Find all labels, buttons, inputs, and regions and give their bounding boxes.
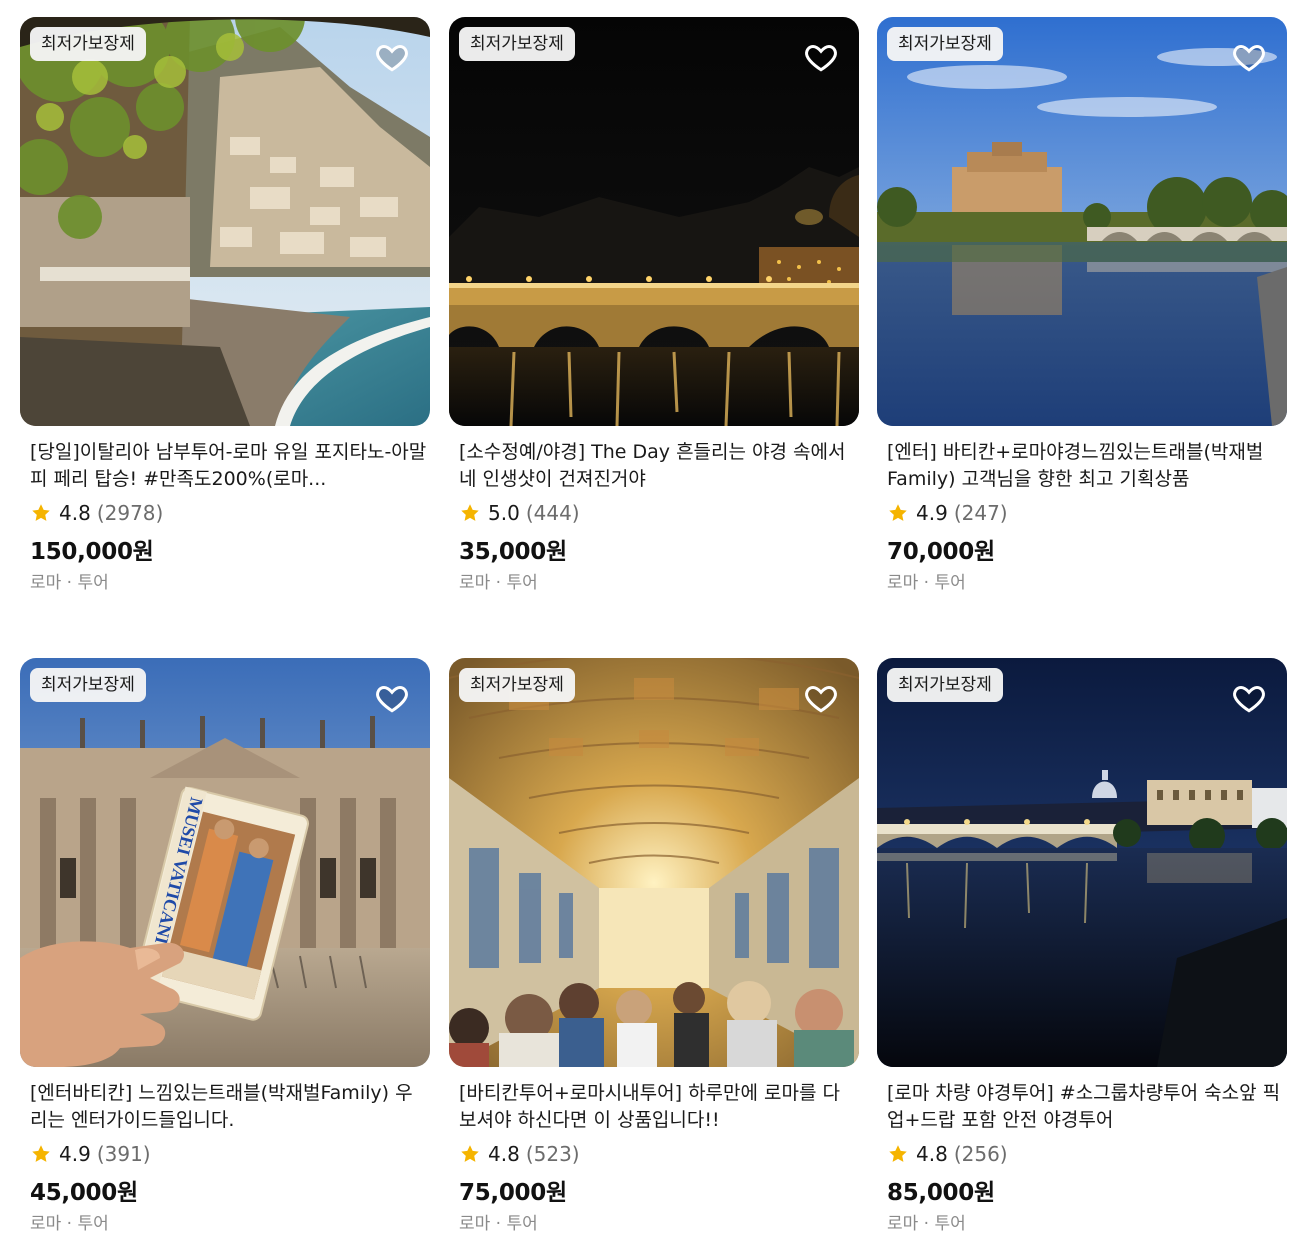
product-title[interactable]: [당일]이탈리아 남부투어-로마 유일 포지타노-아말피 페리 탑승! #만족도…: [30, 439, 430, 493]
wishlist-heart-icon[interactable]: [1231, 680, 1267, 716]
product-rating: 5.0 (444): [459, 500, 580, 526]
product-image[interactable]: MUSEI VATICANI 최저가보장제: [20, 658, 430, 1067]
star-icon: [887, 1143, 909, 1165]
product-price: 150,000원: [30, 539, 154, 565]
product-image[interactable]: 최저가보장제: [449, 17, 859, 426]
positano-coast-photo: [20, 17, 430, 426]
product-category: 로마 · 투어: [459, 573, 538, 593]
product-price: 75,000원: [459, 1180, 567, 1206]
wishlist-heart-icon[interactable]: [803, 680, 839, 716]
rating-score: 4.9: [59, 1142, 91, 1166]
rating-score: 4.8: [59, 501, 91, 525]
star-icon: [459, 502, 481, 524]
review-count: (2978): [96, 501, 164, 525]
review-count: (523): [525, 1142, 580, 1166]
lowest-price-badge: 최저가보장제: [887, 27, 1003, 61]
wishlist-heart-icon[interactable]: [1231, 39, 1267, 75]
product-title[interactable]: [엔터바티칸] 느낌있는트래블(박재벌Family) 우리는 엔터가이드들입니다…: [30, 1080, 430, 1134]
lowest-price-badge: 최저가보장제: [887, 668, 1003, 702]
review-count: (391): [96, 1142, 151, 1166]
product-price: 45,000원: [30, 1180, 138, 1206]
lowest-price-badge: 최저가보장제: [459, 27, 575, 61]
star-icon: [887, 502, 909, 524]
product-rating: 4.9 (247): [887, 500, 1008, 526]
product-title[interactable]: [소수정예/야경] The Day 흔들리는 야경 속에서 네 인생샷이 건져진…: [459, 439, 859, 493]
product-category: 로마 · 투어: [887, 573, 966, 593]
wishlist-heart-icon[interactable]: [374, 680, 410, 716]
castel-sant-angelo-photo: [877, 17, 1287, 426]
rating-score: 4.8: [488, 1142, 520, 1166]
product-card[interactable]: 최저가보장제 [엔터] 바티칸+로마야경느낌있는트래블(박재벌Family) 고…: [877, 17, 1287, 593]
product-price: 85,000원: [887, 1180, 995, 1206]
star-icon: [30, 502, 52, 524]
rating-score: 4.8: [916, 1142, 948, 1166]
product-card[interactable]: 최저가보장제 [바티칸투어+로마시내투어] 하루만에 로마를 다 보셔야 하신다…: [449, 658, 859, 1234]
wishlist-heart-icon[interactable]: [803, 39, 839, 75]
product-title[interactable]: [엔터] 바티칸+로마야경느낌있는트래블(박재벌Family) 고객님을 향한 …: [887, 439, 1287, 493]
product-category: 로마 · 투어: [459, 1214, 538, 1234]
product-image[interactable]: 최저가보장제: [877, 17, 1287, 426]
product-image[interactable]: 최저가보장제: [20, 17, 430, 426]
lowest-price-badge: 최저가보장제: [30, 668, 146, 702]
wishlist-heart-icon[interactable]: [374, 39, 410, 75]
rating-score: 4.9: [916, 501, 948, 525]
product-rating: 4.8 (2978): [30, 500, 163, 526]
product-rating: 4.9 (391): [30, 1141, 151, 1167]
lowest-price-badge: 최저가보장제: [30, 27, 146, 61]
product-price: 35,000원: [459, 539, 567, 565]
rating-score: 5.0: [488, 501, 520, 525]
product-image[interactable]: 최저가보장제: [449, 658, 859, 1067]
musei-vaticani-ticket-photo: MUSEI VATICANI: [20, 658, 430, 1067]
product-category: 로마 · 투어: [30, 573, 109, 593]
product-card[interactable]: MUSEI VATICANI 최저가보장제 [엔터바티칸] 느낌있는트래블(박재…: [20, 658, 430, 1234]
review-count: (256): [953, 1142, 1008, 1166]
product-card[interactable]: 최저가보장제 [소수정예/야경] The Day 흔들리는 야경 속에서 네 인…: [449, 17, 859, 593]
product-price: 70,000원: [887, 539, 995, 565]
product-category: 로마 · 투어: [30, 1214, 109, 1234]
lowest-price-badge: 최저가보장제: [459, 668, 575, 702]
review-count: (444): [525, 501, 580, 525]
product-rating: 4.8 (256): [887, 1141, 1008, 1167]
product-category: 로마 · 투어: [887, 1214, 966, 1234]
product-rating: 4.8 (523): [459, 1141, 580, 1167]
product-title[interactable]: [로마 차량 야경투어] #소그룹차량투어 숙소앞 픽업+드랍 포함 안전 야경…: [887, 1080, 1287, 1134]
star-icon: [459, 1143, 481, 1165]
rome-bridge-night-photo: [449, 17, 859, 426]
tiber-river-night-photo: [877, 658, 1287, 1067]
product-card[interactable]: 최저가보장제 [로마 차량 야경투어] #소그룹차량투어 숙소앞 픽업+드랍 포…: [877, 658, 1287, 1234]
review-count: (247): [953, 501, 1008, 525]
product-title[interactable]: [바티칸투어+로마시내투어] 하루만에 로마를 다 보셔야 하신다면 이 상품입…: [459, 1080, 859, 1134]
product-image[interactable]: 최저가보장제: [877, 658, 1287, 1067]
gallery-of-maps-photo: [449, 658, 859, 1067]
product-card[interactable]: 최저가보장제 [당일]이탈리아 남부투어-로마 유일 포지타노-아말피 페리 탑…: [20, 17, 430, 593]
star-icon: [30, 1143, 52, 1165]
